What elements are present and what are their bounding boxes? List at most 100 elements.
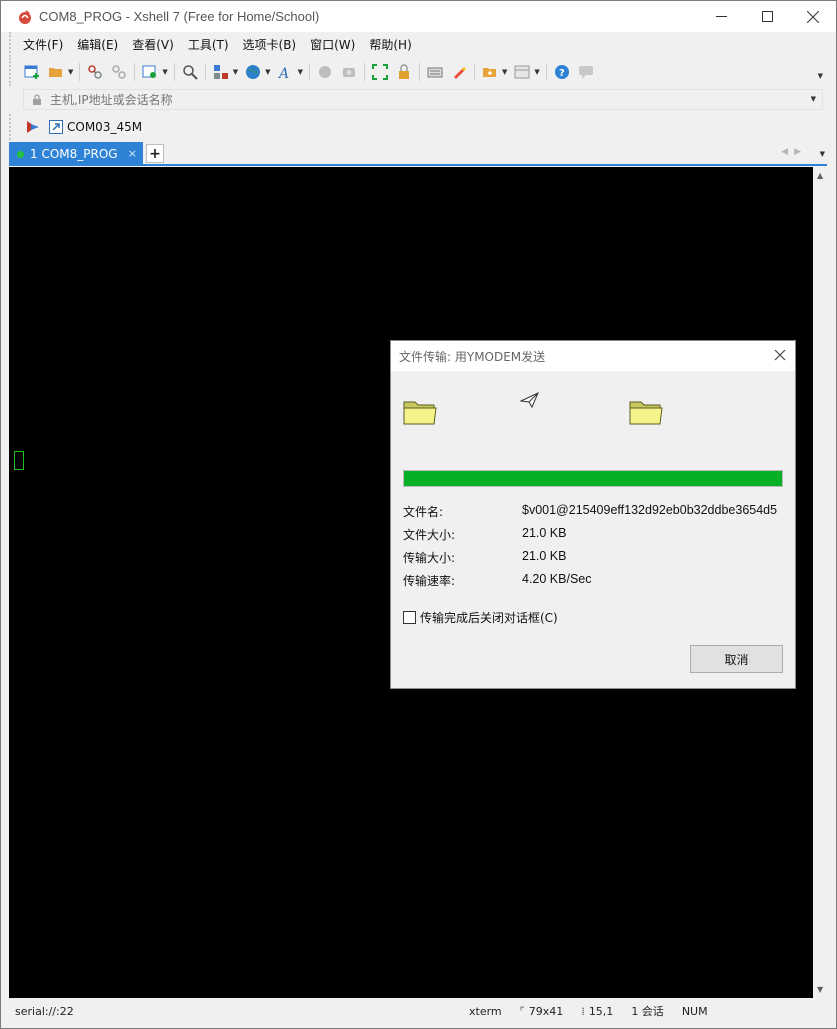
minimize-button[interactable] (698, 1, 744, 32)
transfer-progress-bar (403, 470, 783, 487)
dialog-title: 文件传输: 用YMODEM发送 (399, 349, 546, 364)
tab-list-dropdown-icon[interactable]: ▼ (820, 150, 825, 158)
tab-close-icon[interactable]: × (128, 147, 137, 160)
menu-window[interactable]: 窗口(W) (310, 36, 355, 53)
font-icon[interactable]: A (277, 63, 295, 81)
layout-icon[interactable] (513, 63, 531, 81)
menu-tab[interactable]: 选项卡(B) (243, 36, 297, 53)
info-row-filesize: 文件大小: 21.0 KB (403, 526, 784, 543)
help-icon[interactable]: ? (553, 63, 571, 81)
new-folder-icon[interactable] (481, 63, 499, 81)
window-title: COM8_PROG - Xshell 7 (Free for Home/Scho… (39, 9, 320, 24)
address-dropdown-icon[interactable]: ▼ (811, 95, 816, 103)
vertical-scrollbar[interactable]: ▲ ▼ (814, 167, 829, 998)
dialog-close-icon[interactable] (773, 348, 787, 362)
toolbar-separator (173, 63, 175, 81)
toolbar: ▼ ▼ ▼ ▼ A ▼ ▼ ▼ ? ▼ (9, 58, 827, 86)
transfer-dropdown-icon[interactable]: ▼ (233, 68, 238, 76)
num-lock-indicator: NUM (681, 1004, 708, 1018)
status-bar: serial://:22 xterm ⌜ 79x41 ⁞ 15,1 1 会话 NUM (9, 999, 829, 1023)
toolbar-separator (308, 63, 310, 81)
menu-file[interactable]: 文件(F) (23, 36, 63, 53)
close-on-complete-checkbox[interactable] (403, 611, 416, 624)
session-link[interactable]: COM03_45M (67, 120, 142, 134)
toolbar-overflow-icon[interactable]: ▼ (818, 72, 823, 80)
toolbar-separator (134, 63, 136, 81)
terminal-cursor (14, 451, 24, 470)
connect-icon[interactable] (86, 63, 104, 81)
add-tab-button[interactable]: + (146, 144, 164, 163)
source-folder-icon (403, 401, 437, 425)
layout-dropdown-icon[interactable]: ▼ (534, 68, 539, 76)
record-icon[interactable] (340, 63, 358, 81)
menu-edit[interactable]: 编辑(E) (77, 36, 118, 53)
keyboard-icon[interactable] (426, 63, 444, 81)
script-icon[interactable] (316, 63, 334, 81)
tab-com8-prog[interactable]: 1 COM8_PROG × (9, 142, 143, 166)
cursor-position: ⁞ 15,1 (581, 1005, 613, 1018)
toolbar-separator (545, 63, 547, 81)
session-count: 1 会话 (631, 1005, 664, 1018)
open-folder-icon[interactable] (47, 63, 65, 81)
chat-icon[interactable] (577, 63, 595, 81)
progress-fill (404, 471, 782, 486)
close-icon (807, 10, 819, 23)
speed-value: 4.20 KB/Sec (522, 572, 592, 586)
size-icon: ⌜ (519, 1004, 525, 1018)
filename-value: $v001@215409eff132d92eb0b32ddbe3654d5 (522, 503, 778, 517)
toolbar-separator (418, 63, 420, 81)
transferred-label: 传输大小: (403, 551, 456, 565)
toolbar-separator (473, 63, 475, 81)
file-transfer-dialog: 文件传输: 用YMODEM发送 文件名: $v001@215409eff132d… (390, 340, 796, 689)
transfer-icon[interactable] (212, 63, 230, 81)
address-bar: ▼ (23, 89, 823, 110)
menu-bar: 文件(F) 编辑(E) 查看(V) 工具(T) 选项卡(B) 窗口(W) 帮助(… (9, 32, 827, 57)
fullscreen-icon[interactable] (371, 63, 389, 81)
scroll-up-icon[interactable]: ▲ (817, 171, 823, 180)
tab-nav-arrows-icon[interactable]: ◀▶ (781, 147, 807, 157)
lock-icon[interactable] (395, 63, 413, 81)
bookmark-icon[interactable] (25, 119, 41, 135)
xshell-window: COM8_PROG - Xshell 7 (Free for Home/Scho… (0, 0, 837, 1029)
close-on-complete-label: 传输完成后关闭对话框(C) (420, 611, 558, 625)
search-icon[interactable] (181, 63, 199, 81)
window-controls (698, 1, 836, 32)
disconnect-icon[interactable] (110, 63, 128, 81)
terminal-type: xterm (469, 1004, 502, 1018)
globe-icon[interactable] (244, 63, 262, 81)
address-input[interactable] (50, 92, 790, 107)
terminal-size: ⌜ 79x41 (520, 1005, 564, 1018)
title-bar: COM8_PROG - Xshell 7 (Free for Home/Scho… (1, 1, 836, 32)
cursor-position-icon: ⁞ (581, 1004, 585, 1018)
maximize-button[interactable] (744, 1, 790, 32)
menu-tools[interactable]: 工具(T) (188, 36, 229, 53)
address-lock-icon (33, 93, 41, 105)
speed-label: 传输速率: (403, 574, 456, 588)
globe-dropdown-icon[interactable]: ▼ (265, 68, 270, 76)
transferred-value: 21.0 KB (522, 549, 567, 563)
new-session-icon[interactable] (23, 63, 41, 81)
scroll-down-icon[interactable]: ▼ (817, 985, 823, 994)
tab-label: 1 COM8_PROG (30, 147, 118, 161)
new-folder-dropdown-icon[interactable]: ▼ (502, 68, 507, 76)
info-row-filename: 文件名: $v001@215409eff132d92eb0b32ddbe3654… (403, 503, 784, 520)
close-button[interactable] (790, 1, 836, 32)
session-properties-icon[interactable] (141, 63, 159, 81)
xshell-logo-icon (19, 9, 31, 24)
close-on-complete-option[interactable]: 传输完成后关闭对话框(C) (403, 609, 558, 626)
font-dropdown-icon[interactable]: ▼ (298, 68, 303, 76)
menu-help[interactable]: 帮助(H) (369, 36, 411, 53)
info-row-speed: 传输速率: 4.20 KB/Sec (403, 572, 784, 589)
toolbar-separator (204, 63, 206, 81)
dialog-title-bar: 文件传输: 用YMODEM发送 (391, 341, 795, 371)
maximize-icon (761, 11, 773, 22)
open-dropdown-icon[interactable]: ▼ (68, 68, 73, 76)
properties-dropdown-icon[interactable]: ▼ (162, 68, 167, 76)
cancel-button[interactable]: 取消 (690, 645, 783, 673)
tab-bar: 1 COM8_PROG × + ◀▶ ▼ (9, 142, 827, 166)
minimize-icon (715, 16, 727, 17)
svg-text:A: A (278, 66, 289, 80)
highlight-icon[interactable] (450, 63, 468, 81)
menu-view[interactable]: 查看(V) (132, 36, 174, 53)
filesize-value: 21.0 KB (522, 526, 567, 540)
